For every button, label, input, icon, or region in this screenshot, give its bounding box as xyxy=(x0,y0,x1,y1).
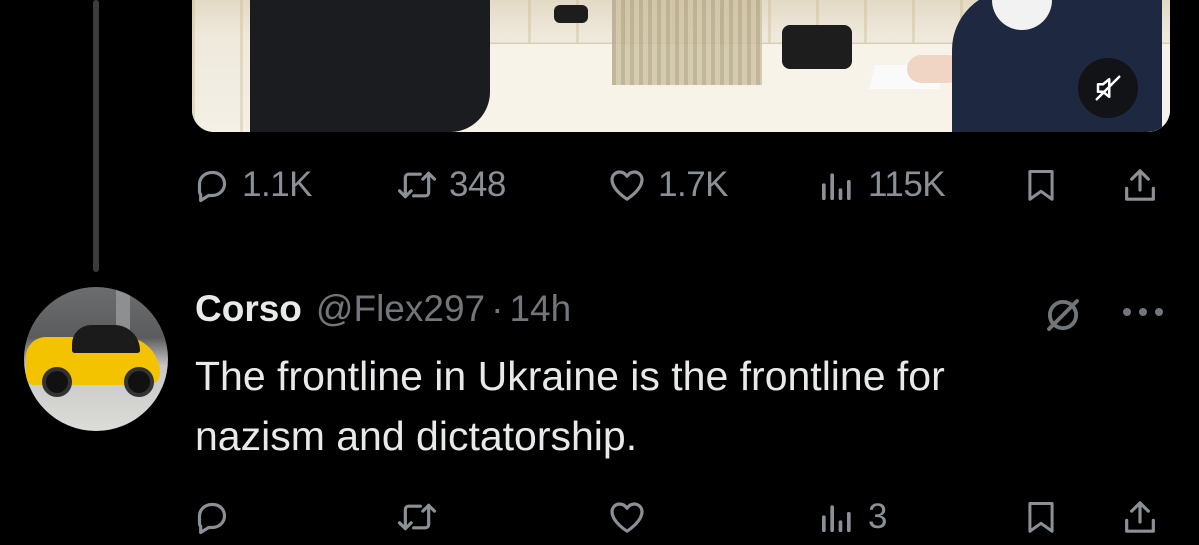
views-button[interactable]: 3 xyxy=(816,492,887,542)
video-frame-person-right xyxy=(952,0,1162,132)
heart-icon xyxy=(610,502,644,533)
user-handle[interactable]: @Flex297 xyxy=(316,288,485,330)
reply-icon xyxy=(197,170,227,203)
reply-tweet-action-bar: 3 xyxy=(192,492,1170,542)
grok-icon xyxy=(1047,299,1079,331)
share-icon xyxy=(1125,501,1155,533)
video-frame-table-runner xyxy=(612,0,762,85)
reply-header: Corso @Flex297 · 14h xyxy=(195,288,571,334)
timestamp[interactable]: 14h xyxy=(509,288,571,330)
reply-button[interactable] xyxy=(192,492,232,542)
more-options-button[interactable] xyxy=(1118,292,1168,332)
share-icon xyxy=(1125,169,1155,201)
thread-connector-line xyxy=(93,0,99,272)
reply-count: 1.1K xyxy=(242,165,313,204)
avatar[interactable] xyxy=(24,287,168,431)
views-count: 115K xyxy=(868,165,946,204)
repost-button[interactable]: 348 xyxy=(395,160,506,210)
avatar-car-wheel xyxy=(42,367,72,397)
video-frame-person-left xyxy=(250,0,490,132)
video-frame-microphone-left xyxy=(554,5,588,23)
views-icon xyxy=(822,173,851,200)
like-count: 1.7K xyxy=(658,165,729,204)
parent-tweet-action-bar: 1.1K 348 1.7K 115K xyxy=(192,160,1170,210)
heart-icon xyxy=(610,170,644,201)
reply-text-line: The frontline in Ukraine is the frontlin… xyxy=(195,353,945,399)
views-count: 3 xyxy=(868,497,887,536)
views-icon xyxy=(822,505,851,532)
speaker-muted-icon xyxy=(1095,75,1121,101)
repost-icon xyxy=(397,171,437,199)
header-separator: · xyxy=(491,288,504,329)
like-button[interactable] xyxy=(606,492,648,542)
repost-button[interactable] xyxy=(395,492,439,542)
video-frame-microphone xyxy=(782,25,852,69)
avatar-car-roof xyxy=(72,325,140,353)
display-name[interactable]: Corso xyxy=(195,288,302,330)
reply-text-line: nazism and dictatorship. xyxy=(195,413,638,459)
more-horizontal-icon xyxy=(1123,308,1163,316)
bookmark-button[interactable] xyxy=(1022,492,1060,542)
repost-icon xyxy=(397,503,437,531)
reply-icon xyxy=(197,502,227,535)
share-button[interactable] xyxy=(1120,492,1160,542)
bookmark-button[interactable] xyxy=(1022,160,1060,210)
reply-button[interactable]: 1.1K xyxy=(192,160,313,210)
grok-button[interactable] xyxy=(1040,292,1086,338)
share-button[interactable] xyxy=(1120,160,1160,210)
like-button[interactable]: 1.7K xyxy=(606,160,729,210)
reply-text: The frontline in Ukraine is the frontlin… xyxy=(195,346,1155,466)
tweet-video[interactable] xyxy=(192,0,1170,132)
repost-count: 348 xyxy=(449,165,506,204)
bookmark-icon xyxy=(1028,170,1054,201)
unmute-button[interactable] xyxy=(1078,58,1138,118)
views-button[interactable]: 115K xyxy=(816,160,946,210)
avatar-car-wheel xyxy=(124,367,154,397)
bookmark-icon xyxy=(1028,502,1054,533)
